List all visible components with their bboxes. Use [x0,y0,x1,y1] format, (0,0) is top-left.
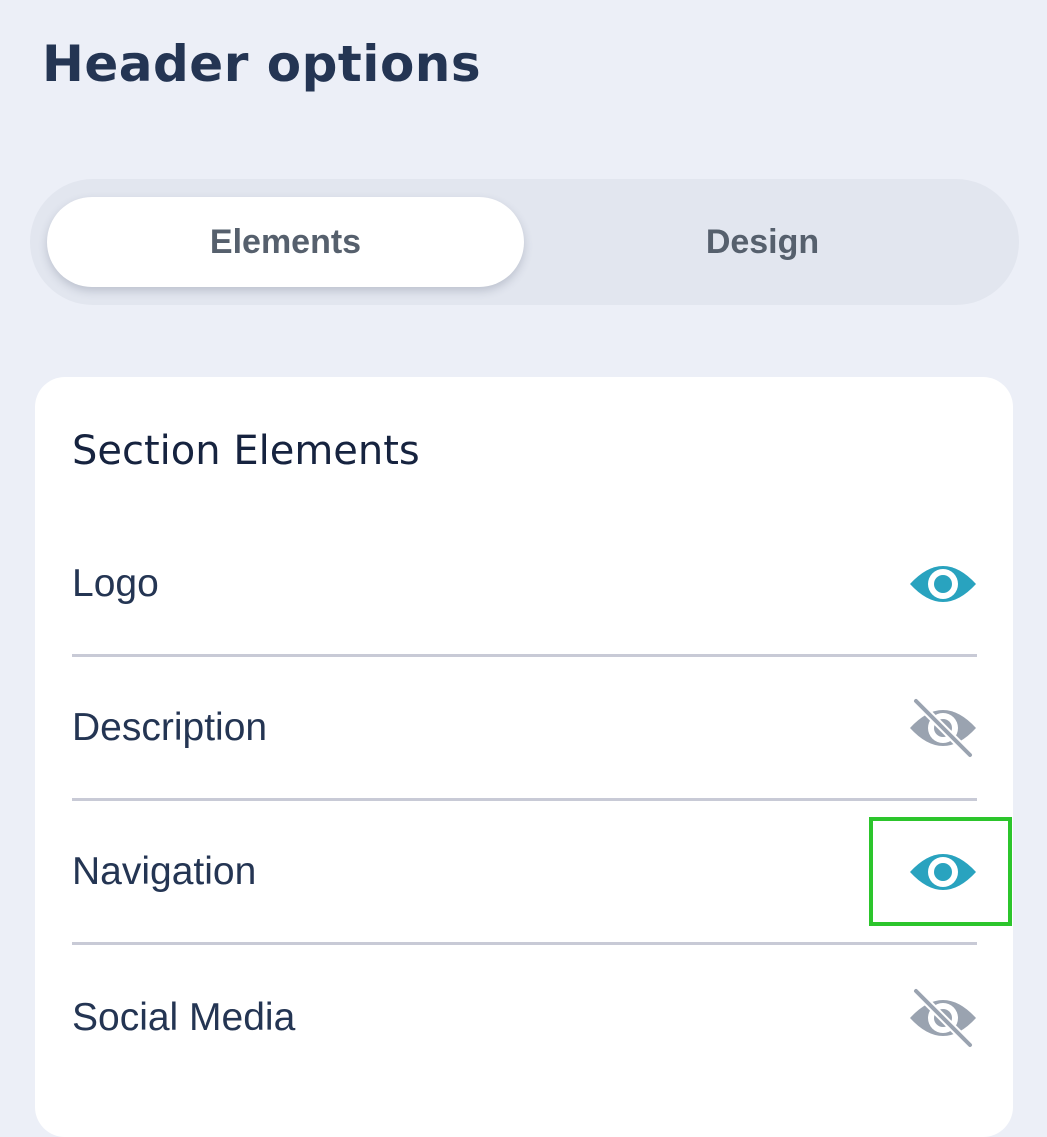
tab-design[interactable]: Design [524,197,1001,287]
item-label-navigation: Navigation [72,849,257,893]
tab-elements[interactable]: Elements [47,197,524,287]
list-item-social-media: Social Media [72,946,977,1090]
list-item-description: Description [72,657,977,801]
item-label-description: Description [72,705,268,749]
list-item-logo: Logo [72,513,977,657]
eye-icon [910,565,976,602]
eye-slash-icon [910,988,976,1048]
page-title: Header options [42,35,482,93]
item-label-social-media: Social Media [72,996,296,1039]
tab-switch: Elements Design [30,179,1019,305]
description-visibility-toggle[interactable] [907,692,979,764]
logo-visibility-toggle[interactable] [907,548,979,620]
section-elements-card: Section Elements Logo Description Naviga… [35,377,1013,1137]
social-media-visibility-toggle[interactable] [907,982,979,1054]
section-title: Section Elements [72,428,420,474]
list-item-navigation: Navigation [72,801,977,945]
eye-icon [910,853,976,890]
eye-slash-icon [910,697,976,758]
navigation-visibility-toggle[interactable] [907,836,979,908]
item-label-logo: Logo [72,561,159,605]
